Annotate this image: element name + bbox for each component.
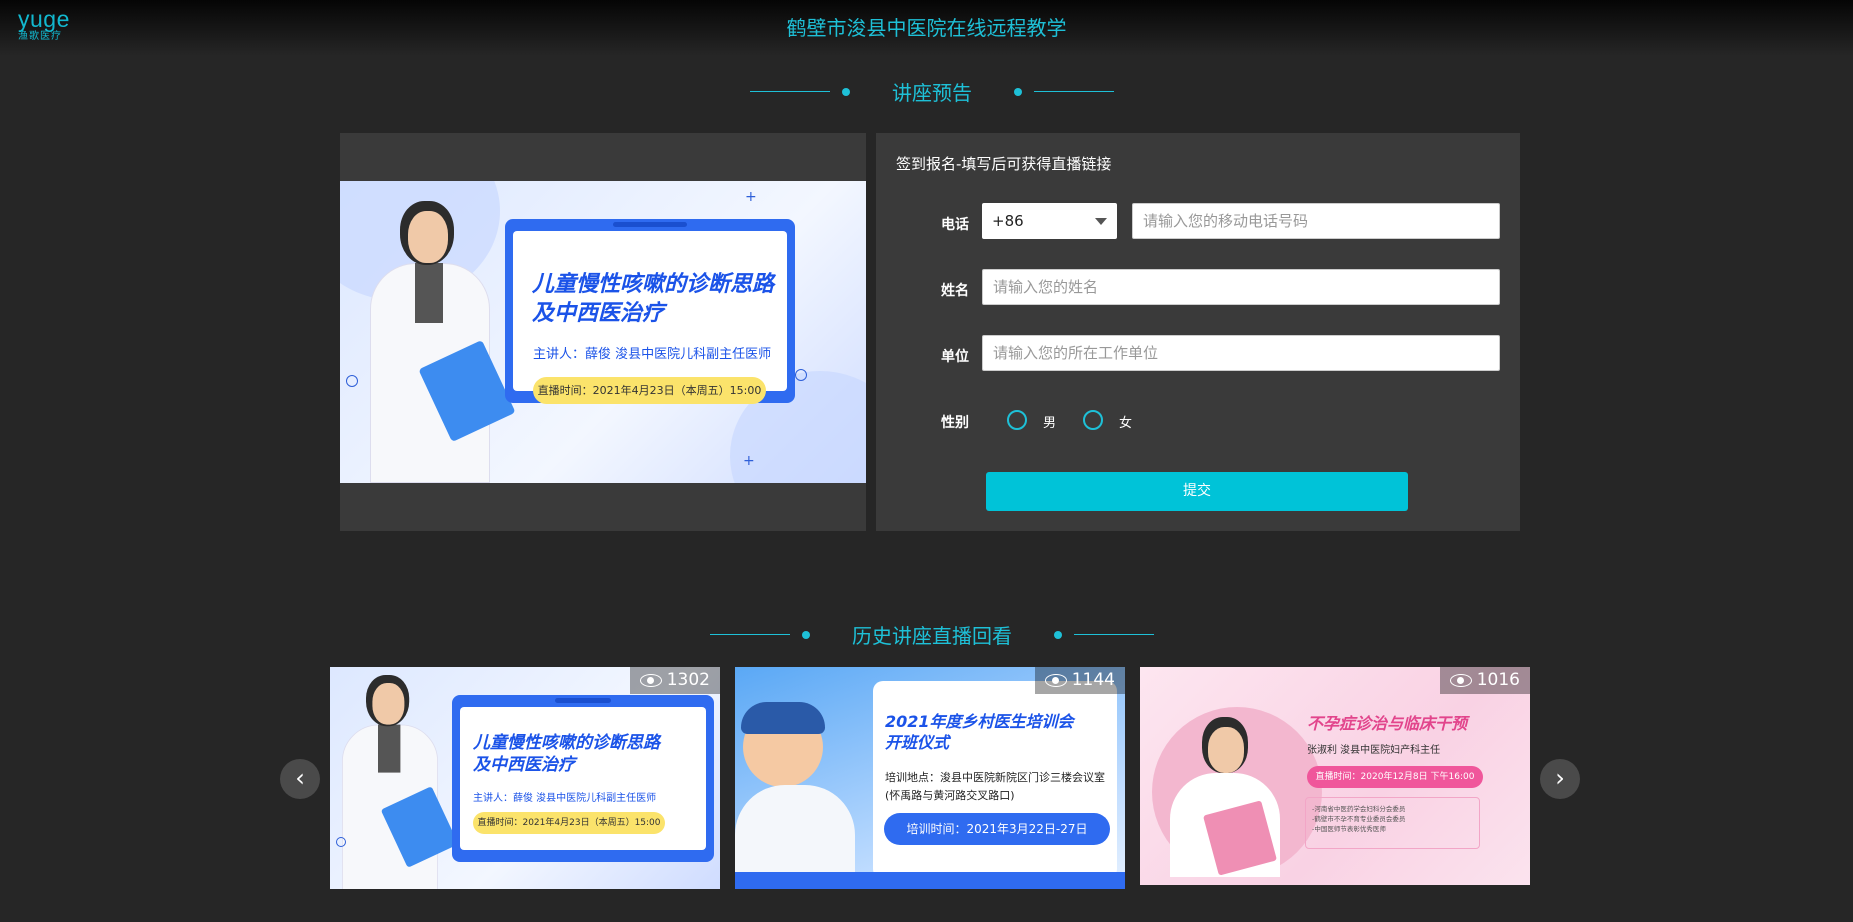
- page-title: 鹤壁市浚县中医院在线远程教学: [786, 16, 1067, 40]
- chevron-down-icon: [1095, 218, 1107, 225]
- heading-line-left: [750, 91, 830, 92]
- chevron-right-icon: ›: [1555, 764, 1565, 792]
- heading-line-right: [1034, 91, 1114, 92]
- card-footer-strip: [735, 872, 1125, 889]
- card-time: 直播时间：2021年4月23日（本周五）15:00: [473, 812, 665, 834]
- chevron-left-icon: ‹: [295, 764, 305, 792]
- card-place: 培训地点：浚县中医院新院区门诊三楼会议室(怀禹路与黄河路交叉路口): [885, 771, 1105, 802]
- cartoon-doctor-hair: [741, 702, 825, 734]
- gender-label: 性别: [941, 415, 969, 431]
- heading-dot-right: [1054, 630, 1062, 639]
- lecture-poster[interactable]: 儿童慢性咳嗽的诊断思路 及中西医治疗 主讲人：薛俊 浚县中医院儿科副主任医师 直播…: [340, 181, 866, 483]
- history-card-3[interactable]: 不孕症诊治与临床干预 张淑利 浚县中医院妇产科主任 直播时间：2020年12月8…: [1140, 667, 1530, 885]
- card-speaker: 主讲人：薛俊 浚县中医院儿科副主任医师: [473, 793, 657, 804]
- country-code-value: +86: [992, 212, 1024, 230]
- preview-section-title: 讲座预告: [892, 81, 972, 105]
- card-title: 儿童慢性咳嗽的诊断思路 及中西医治疗: [473, 733, 660, 776]
- view-count-badge: 1144: [1035, 667, 1125, 694]
- gender-female-label[interactable]: 女: [1119, 412, 1132, 431]
- card-title: 不孕症诊治与临床干预: [1307, 714, 1468, 733]
- carousel-next-button[interactable]: ›: [1540, 759, 1580, 799]
- phone-input[interactable]: 请输入您的移动电话号码: [1132, 203, 1500, 239]
- gender-male-radio[interactable]: [1007, 410, 1027, 430]
- heading-line-left: [710, 634, 790, 635]
- eye-icon: [640, 674, 662, 687]
- preview-section-heading: 讲座预告: [750, 77, 1114, 106]
- name-input[interactable]: 请输入您的姓名: [982, 269, 1500, 305]
- lecture-preview-panel: 儿童慢性咳嗽的诊断思路 及中西医治疗 主讲人：薛俊 浚县中医院儿科副主任医师 直播…: [340, 133, 866, 531]
- heading-dot-left: [842, 87, 850, 96]
- view-count-badge: 1302: [630, 667, 720, 694]
- circle-decor-icon: [336, 837, 346, 847]
- card-time: 培训时间：2021年3月22日-27日: [884, 813, 1110, 845]
- card-speaker: 张淑利 浚县中医院妇产科主任: [1307, 745, 1441, 756]
- plus-decor-icon: +: [745, 189, 757, 205]
- poster-title: 儿童慢性咳嗽的诊断思路 及中西医治疗: [532, 272, 775, 326]
- heading-dot-right: [1014, 87, 1022, 96]
- doctor-photo: [370, 201, 516, 483]
- unit-label: 单位: [941, 349, 969, 365]
- history-section-title: 历史讲座直播回看: [852, 624, 1012, 648]
- poster-time: 直播时间：2021年4月23日（本周五）15:00: [533, 377, 766, 404]
- country-code-select[interactable]: +86: [982, 203, 1117, 239]
- heading-line-right: [1074, 634, 1154, 635]
- name-label: 姓名: [941, 283, 969, 299]
- eye-icon: [1450, 674, 1472, 687]
- view-count-badge: 1016: [1440, 667, 1530, 694]
- view-count: 1016: [1476, 670, 1520, 690]
- history-card-2[interactable]: 2021年度乡村医生培训会 开班仪式 培训地点：浚县中医院新院区门诊三楼会议室(怀…: [735, 667, 1125, 889]
- submit-button[interactable]: 提交: [986, 472, 1408, 511]
- gender-female-radio[interactable]: [1083, 410, 1103, 430]
- poster-speaker: 主讲人：薛俊 浚县中医院儿科副主任医师: [533, 347, 772, 362]
- gender-male-label[interactable]: 男: [1043, 412, 1056, 431]
- circle-decor-icon: [346, 375, 358, 387]
- card-time: 直播时间：2020年12月8日 下午16:00: [1307, 766, 1483, 788]
- card-title: 2021年度乡村医生培训会 开班仪式: [885, 712, 1074, 752]
- form-title: 签到报名-填写后可获得直播链接: [896, 155, 1112, 173]
- view-count: 1144: [1071, 670, 1115, 690]
- history-section-heading: 历史讲座直播回看: [710, 620, 1154, 649]
- plus-decor-icon: +: [743, 453, 755, 469]
- poster-frame: [452, 695, 714, 862]
- eye-icon: [1045, 674, 1067, 687]
- signup-form-panel: 签到报名-填写后可获得直播链接 电话 +86 请输入您的移动电话号码 姓名 请输…: [876, 133, 1520, 531]
- heading-dot-left: [802, 630, 810, 639]
- carousel-prev-button[interactable]: ‹: [280, 759, 320, 799]
- history-card-1[interactable]: 儿童慢性咳嗽的诊断思路 及中西医治疗 主讲人：薛俊 浚县中医院儿科副主任医师 直播…: [330, 667, 720, 889]
- doctor-photo: [342, 675, 459, 889]
- card-notes: -河南省中医药学会妇科分会委员 -鹤壁市不孕不育专业委员会委员 -中国医师节表彰…: [1305, 797, 1480, 849]
- circle-decor-icon: [795, 369, 807, 381]
- unit-input[interactable]: 请输入您的所在工作单位: [982, 335, 1500, 371]
- view-count: 1302: [666, 670, 710, 690]
- phone-label: 电话: [941, 217, 969, 233]
- doctor-face: [1208, 727, 1244, 773]
